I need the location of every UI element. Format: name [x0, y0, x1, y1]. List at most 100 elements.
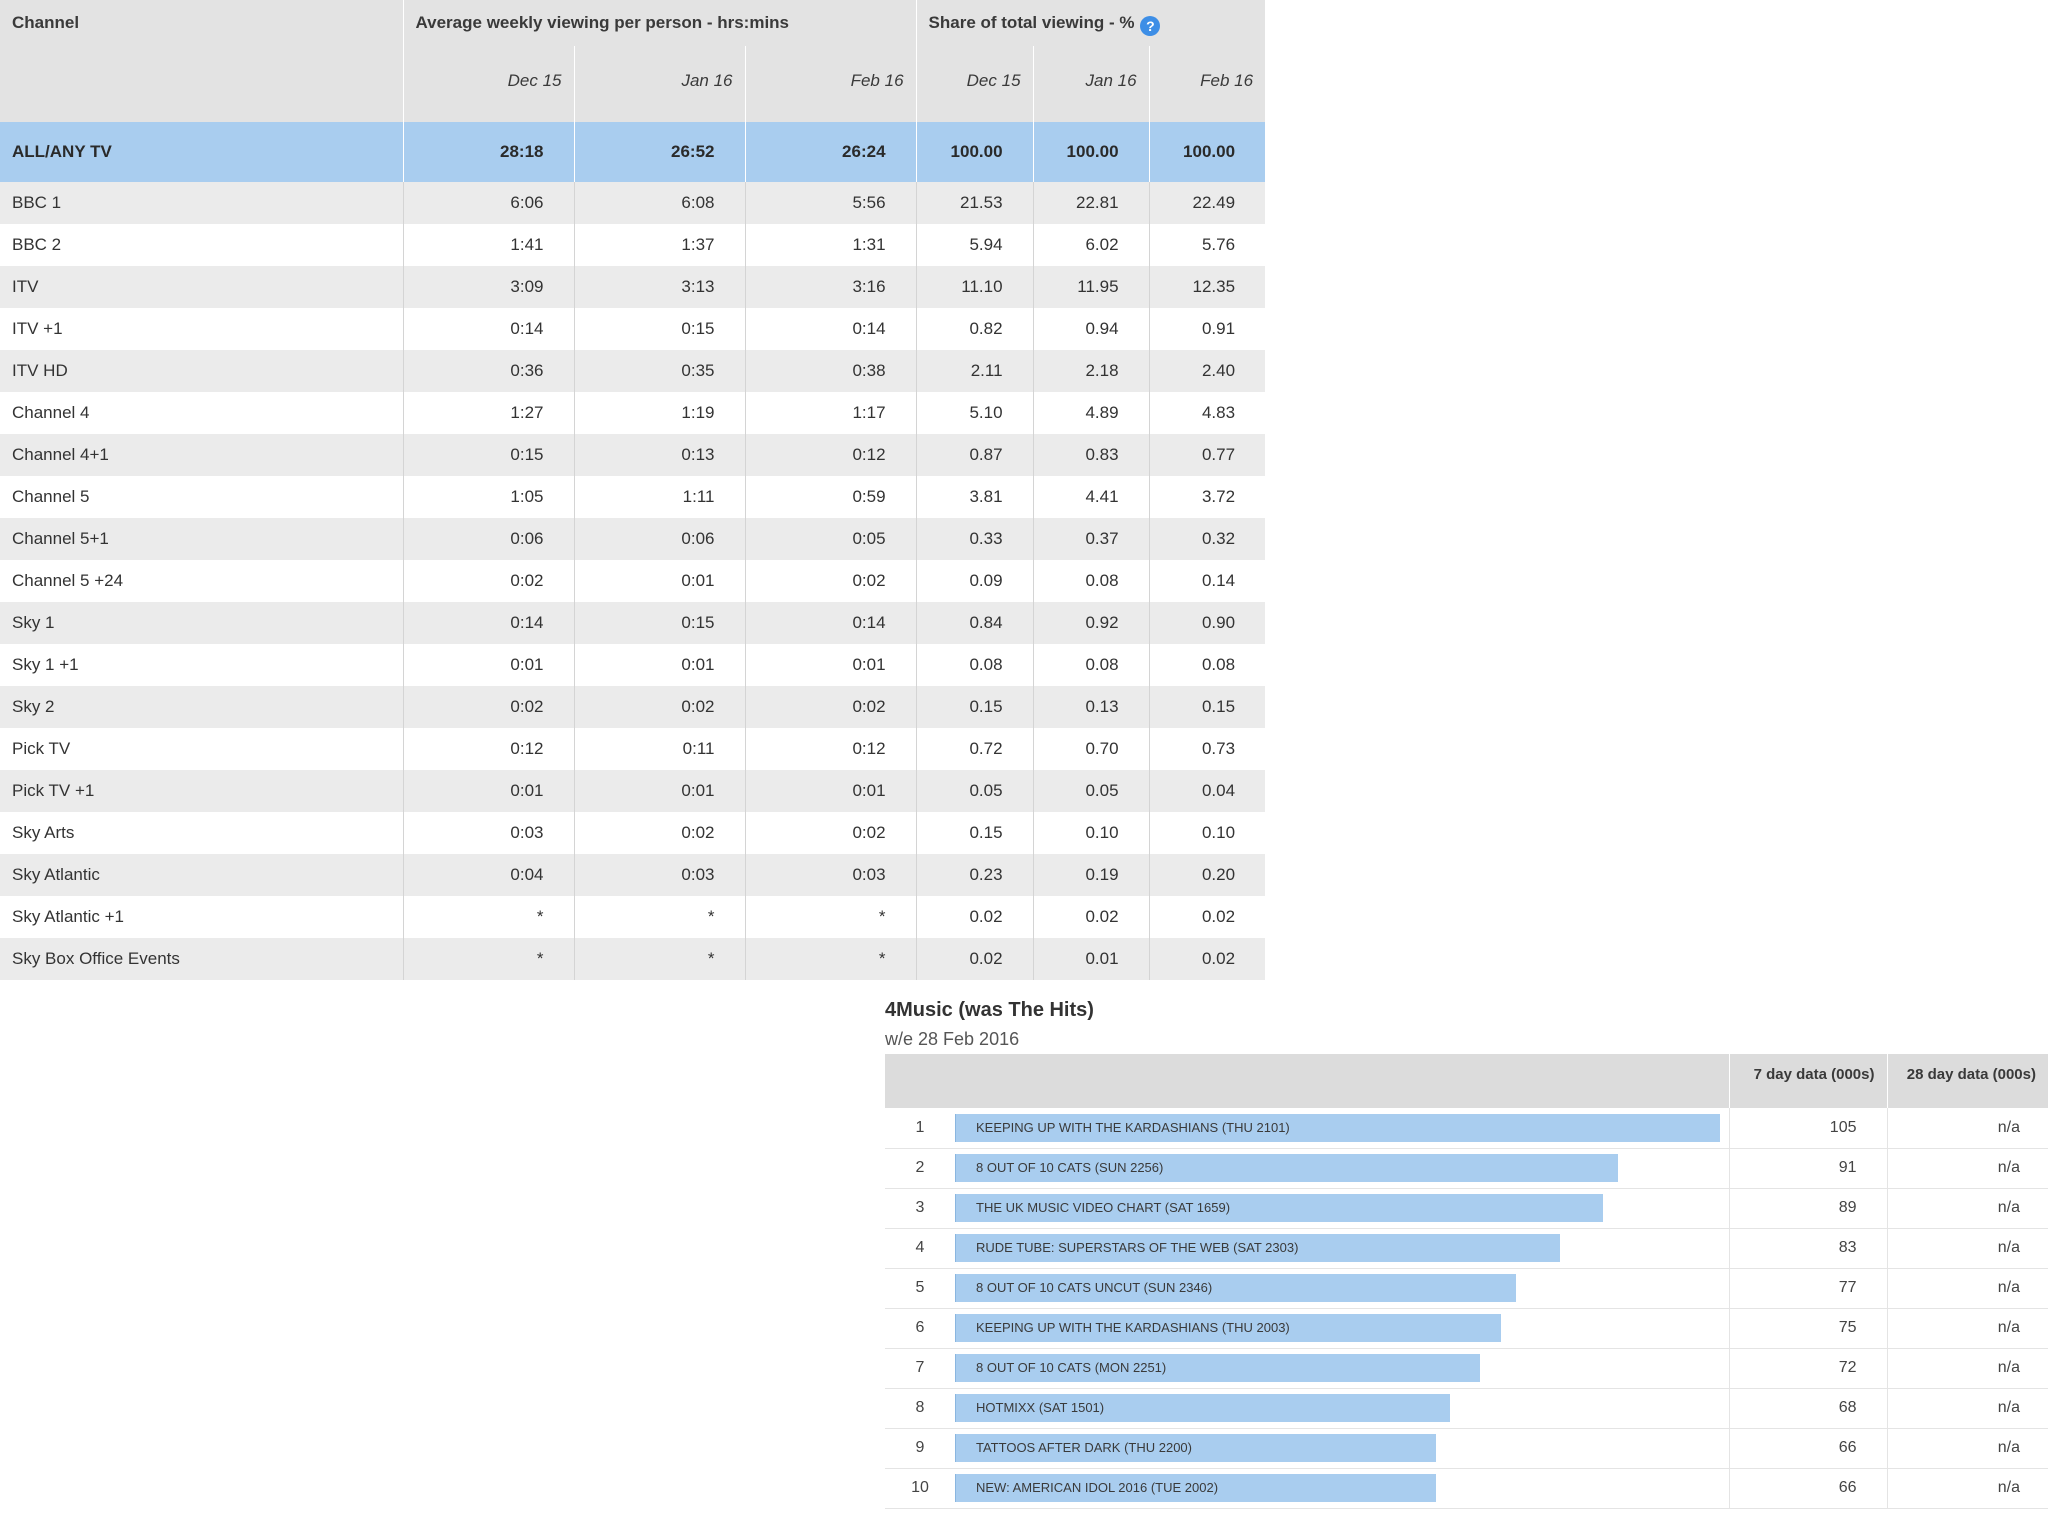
month-header-spacer — [0, 46, 403, 122]
share-viewing-cell: 0.72 — [915, 728, 1034, 770]
channel-row: BBC 1 6:06 6:08 5:56 21.53 22.81 22.49 — [0, 182, 1266, 224]
avg-viewing-cell: 0:14 — [402, 308, 574, 350]
share-viewing-cell: 0.14 — [1148, 560, 1266, 602]
channel-row: Channel 5 1:05 1:11 0:59 3.81 4.41 3.72 — [0, 476, 1266, 518]
twenty-eight-day-value-cell: n/a — [1886, 1188, 2048, 1229]
programme-bar: HOTMIXX (SAT 1501) — [955, 1394, 1451, 1422]
programme-label: HOTMIXX (SAT 1501) — [976, 1400, 1105, 1415]
avg-viewing-cell: 0:06 — [573, 518, 745, 560]
rank-column-header — [885, 1054, 955, 1108]
avg-viewing-cell: 0:15 — [573, 308, 745, 350]
programme-row: 4 RUDE TUBE: SUPERSTARS OF THE WEB (SAT 2… — [885, 1228, 2048, 1269]
programme-bar: 8 OUT OF 10 CATS UNCUT (SUN 2346) — [955, 1274, 1516, 1302]
programme-bar-cell: THE UK MUSIC VIDEO CHART (SAT 1659) — [955, 1188, 1729, 1229]
share-viewing-cell: 0.08 — [915, 644, 1034, 686]
avg-viewing-cell: 0:04 — [402, 854, 574, 896]
share-viewing-cell: 3.72 — [1148, 476, 1266, 518]
share-viewing-group-header[interactable]: Share of total viewing - %? — [915, 0, 1266, 46]
music-header-row: 7 day data (000s) 28 day data (000s) — [885, 1054, 2048, 1108]
avg-viewing-group-header[interactable]: Average weekly viewing per person - hrs:… — [402, 0, 917, 46]
share-viewing-cell: 5.76 — [1148, 224, 1266, 266]
share-viewing-cell: 5.94 — [915, 224, 1034, 266]
programme-bar: 8 OUT OF 10 CATS (SUN 2256) — [955, 1154, 1618, 1182]
share-viewing-cell: 0.13 — [1032, 686, 1150, 728]
programme-label: RUDE TUBE: SUPERSTARS OF THE WEB (SAT 23… — [976, 1240, 1299, 1255]
avg-viewing-cell: 1:41 — [402, 224, 574, 266]
month-header[interactable]: Feb 16 — [1148, 46, 1266, 122]
programme-row: 2 8 OUT OF 10 CATS (SUN 2256) 91 n/a — [885, 1148, 2048, 1189]
channel-name-cell: ITV — [0, 266, 403, 308]
month-header[interactable]: Jan 16 — [573, 46, 745, 122]
twenty-eight-day-column-header[interactable]: 28 day data (000s) — [1886, 1054, 2048, 1108]
channel-name-cell: BBC 2 — [0, 224, 403, 266]
programme-bar-cell: TATTOOS AFTER DARK (THU 2200) — [955, 1428, 1729, 1469]
share-viewing-cell: 0.02 — [915, 938, 1034, 980]
programme-bar: RUDE TUBE: SUPERSTARS OF THE WEB (SAT 23… — [955, 1234, 1560, 1262]
channel-name-cell: Sky Box Office Events — [0, 938, 403, 980]
share-viewing-cell: 0.92 — [1032, 602, 1150, 644]
avg-viewing-cell: 5:56 — [744, 182, 917, 224]
channel-row: ITV 3:09 3:13 3:16 11.10 11.95 12.35 — [0, 266, 1266, 308]
share-viewing-cell: 0.19 — [1032, 854, 1150, 896]
seven-day-value-cell: 83 — [1728, 1228, 1887, 1269]
viewing-header-row: Channel Average weekly viewing per perso… — [0, 0, 1266, 46]
month-header[interactable]: Feb 16 — [744, 46, 917, 122]
month-header[interactable]: Dec 15 — [402, 46, 574, 122]
share-viewing-cell: 0.10 — [1032, 812, 1150, 854]
avg-viewing-cell: 0:11 — [573, 728, 745, 770]
avg-viewing-cell: 0:03 — [744, 854, 917, 896]
share-viewing-cell: 4.83 — [1148, 392, 1266, 434]
avg-viewing-cell: 0:01 — [573, 770, 745, 812]
share-viewing-cell: 0.84 — [915, 602, 1034, 644]
channel-name-cell: Sky Atlantic — [0, 854, 403, 896]
channel-row: Sky 2 0:02 0:02 0:02 0.15 0.13 0.15 — [0, 686, 1266, 728]
share-viewing-cell: 11.95 — [1032, 266, 1150, 308]
share-viewing-cell: 0.77 — [1148, 434, 1266, 476]
avg-viewing-cell: 0:02 — [402, 686, 574, 728]
question-circle-icon[interactable]: ? — [1140, 16, 1161, 36]
avg-viewing-cell: * — [402, 938, 574, 980]
share-viewing-cell: 21.53 — [915, 182, 1034, 224]
avg-viewing-cell: 0:12 — [402, 728, 574, 770]
programme-row: 7 8 OUT OF 10 CATS (MON 2251) 72 n/a — [885, 1348, 2048, 1389]
share-viewing-cell: 0.37 — [1032, 518, 1150, 560]
avg-viewing-cell: * — [573, 938, 745, 980]
share-viewing-group-label: Share of total viewing - % — [928, 13, 1135, 32]
avg-viewing-cell: 0:14 — [402, 602, 574, 644]
share-viewing-cell: 3.81 — [915, 476, 1034, 518]
twenty-eight-day-value-cell: n/a — [1886, 1308, 2048, 1349]
avg-viewing-cell: 0:01 — [573, 560, 745, 602]
avg-viewing-cell: 3:16 — [744, 266, 917, 308]
total-value-cell: 28:18 — [402, 122, 574, 182]
rank-cell: 7 — [885, 1348, 955, 1389]
seven-day-value-cell: 77 — [1728, 1268, 1887, 1309]
channel-column-header[interactable]: Channel — [0, 0, 403, 46]
seven-day-value-cell: 91 — [1728, 1148, 1887, 1189]
viewing-month-row: Dec 15 Jan 16 Feb 16 Dec 15 Jan 16 Feb 1… — [0, 46, 1266, 122]
share-viewing-cell: 12.35 — [1148, 266, 1266, 308]
avg-viewing-cell: 3:13 — [573, 266, 745, 308]
twenty-eight-day-value-cell: n/a — [1886, 1428, 2048, 1469]
share-viewing-cell: 6.02 — [1032, 224, 1150, 266]
channel-name-cell: Channel 5+1 — [0, 518, 403, 560]
seven-day-column-header[interactable]: 7 day data (000s) — [1728, 1054, 1887, 1108]
total-value-cell: 26:52 — [573, 122, 745, 182]
avg-viewing-cell: 0:05 — [744, 518, 917, 560]
channel-name-cell: Channel 4+1 — [0, 434, 403, 476]
programme-label: 8 OUT OF 10 CATS UNCUT (SUN 2346) — [976, 1280, 1213, 1295]
avg-viewing-cell: 0:02 — [744, 560, 917, 602]
avg-viewing-cell: 0:14 — [744, 308, 917, 350]
twenty-eight-day-value-cell: n/a — [1886, 1468, 2048, 1509]
avg-viewing-cell: 0:01 — [402, 770, 574, 812]
avg-viewing-cell: 6:08 — [573, 182, 745, 224]
avg-viewing-cell: * — [402, 896, 574, 938]
share-viewing-cell: 2.11 — [915, 350, 1034, 392]
avg-viewing-cell: 0:38 — [744, 350, 917, 392]
programme-label: TATTOOS AFTER DARK (THU 2200) — [976, 1440, 1192, 1455]
avg-viewing-cell: 0:01 — [402, 644, 574, 686]
rank-cell: 3 — [885, 1188, 955, 1229]
month-header[interactable]: Dec 15 — [915, 46, 1034, 122]
share-viewing-cell: 0.91 — [1148, 308, 1266, 350]
avg-viewing-cell: 0:02 — [744, 686, 917, 728]
month-header[interactable]: Jan 16 — [1032, 46, 1150, 122]
